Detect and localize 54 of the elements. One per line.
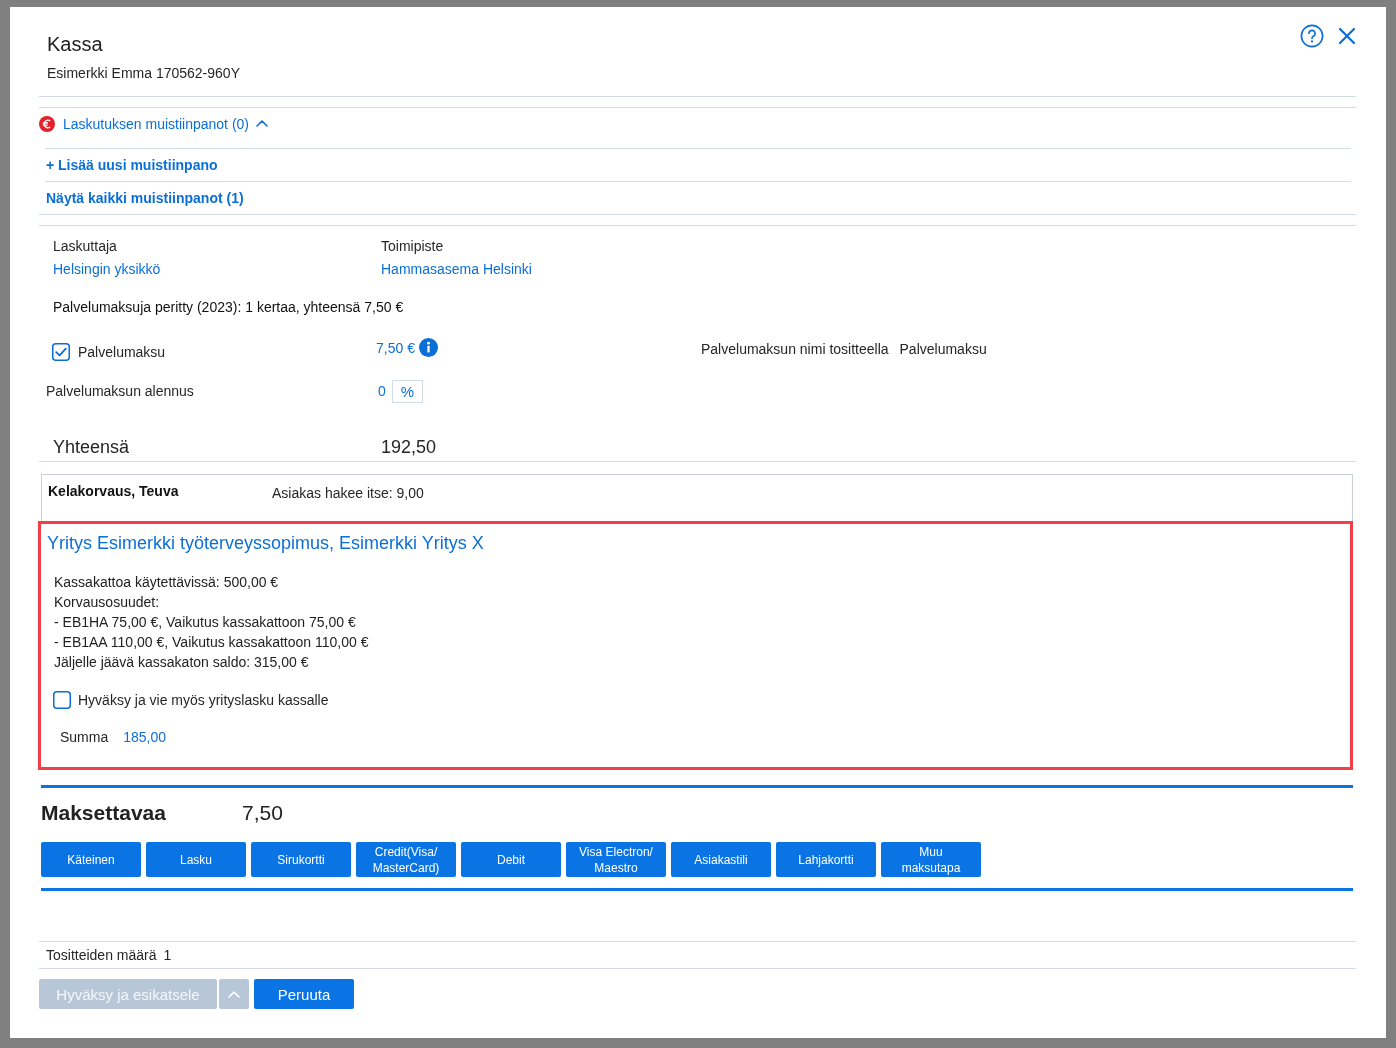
reimbursement-title: Kelakorvaus, Teuva [48,482,179,501]
service-fee-summary: Palvelumaksuja peritty (2023): 1 kertaa, yhteensä 7,50 € [53,298,404,317]
payment-method-button[interactable]: Lahjakortti [776,842,876,877]
payable-value: 7,50 [242,800,283,826]
field-label: Palvelumaksun nimi tositteella [701,341,889,357]
help-icon [1300,24,1324,48]
payment-method-button[interactable]: Muu maksutapa [881,842,981,877]
chevron-up-icon [256,120,268,127]
checkbox-label: Hyväksy ja vie myös yrityslasku kassalle [78,692,329,708]
patient-name: Esimerkki Emma 170562-960Y [47,64,240,83]
receipts-count: 1 [163,947,172,963]
payment-method-button[interactable]: Asiakastili [671,842,771,877]
notes-link[interactable]: Näytä kaikki muistiinpanot (1) [45,190,244,206]
field-value-link[interactable]: Hammasasema Helsinki [381,259,532,279]
discount-field[interactable]: 0 [378,381,386,401]
cancel-button[interactable]: Peruuta [254,979,354,1009]
checkbox[interactable] [52,343,70,361]
notes-link[interactable]: + Lisää uusi muistiinpano [45,157,218,173]
contract-detail: Jäljelle jäävä kassakaton saldo: 315,00 € [54,653,309,672]
payment-method-button[interactable]: Käteinen [41,842,141,877]
payment-method-button[interactable]: Debit [461,842,561,877]
field-label: Palvelumaksun alennus [46,383,194,399]
payment-method-button[interactable]: Credit(Visa/MasterCard) [356,842,456,877]
fee-amount-link[interactable]: 7,50 € [376,339,415,356]
reimbursement-note: Asiakas hakee itse: 9,00 [272,484,424,503]
contract-title: Yritys Esimerkki työterveyssopimus, Esimerkki Yritys X [47,532,484,555]
sum-label: Summa [60,728,109,747]
chevron-up-icon [228,990,240,998]
payment-method-button[interactable]: Visa Electron/Maestro [566,842,666,877]
contract-detail: Korvausosuudet: [54,593,160,612]
field-label: Laskuttaja [53,237,117,256]
contract-detail: - EB1HA 75,00 €, Vaikutus kassakattoon 75,00 € [54,613,356,632]
checkbox[interactable] [53,691,71,709]
field-value-link[interactable]: Helsingin yksikkö [53,259,161,279]
close-button[interactable] [1338,27,1356,45]
receipts-label: Tositteiden määrä [46,947,157,963]
info-icon[interactable] [418,338,438,357]
contract-detail: Kassakattoa käytettävissä: 500,00 € [54,573,279,592]
close-icon [1338,27,1356,45]
checkbox-label: Palvelumaksu [78,344,166,360]
contract-detail: - EB1AA 110,00 €, Vaikutus kassakattoon 110,00 € [54,633,369,652]
payment-method-button[interactable]: Sirukortti [251,842,351,877]
total-label: Yhteensä [53,436,130,459]
help-button[interactable] [1300,24,1324,48]
percent-toggle[interactable]: % [392,379,423,403]
dialog-title: Kassa [47,32,104,57]
payable-label: Maksettavaa [41,800,166,826]
euro-icon [39,116,55,132]
total-value: 192,50 [381,436,437,459]
field-value: Palvelumaksu [899,341,987,357]
sum-value: 185,00 [123,728,167,747]
payment-method-button[interactable]: Lasku [146,842,246,877]
field-label: Toimipiste [381,237,444,256]
notes-toggle[interactable]: Laskutuksen muistiinpanot (0) [39,108,274,148]
